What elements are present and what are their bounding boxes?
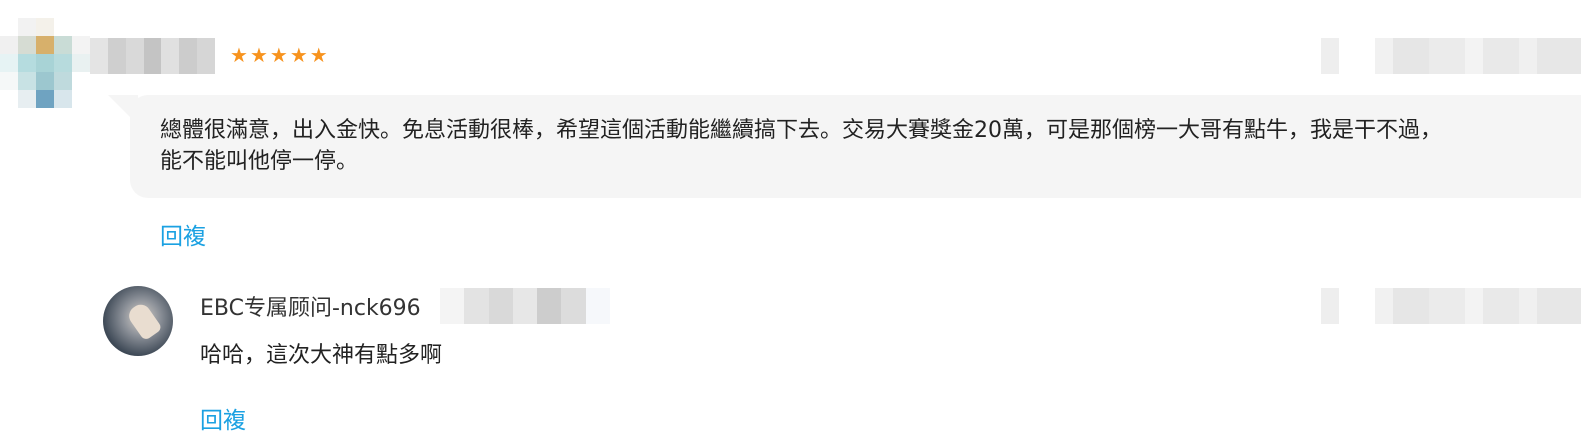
star-icon: ★ [269, 43, 288, 67]
reviewer-name-redacted [90, 38, 216, 74]
replier-avatar [103, 286, 173, 356]
review-text-line-1: 總體很滿意，出入金快。免息活動很棒，希望這個活動能繼續搞下去。交易大賽獎金20萬… [160, 118, 1442, 143]
hand-icon [125, 300, 163, 342]
replier-name-redacted [440, 288, 610, 324]
review-text: 總體很滿意，出入金快。免息活動很棒，希望這個活動能繼續搞下去。交易大賽獎金20萬… [160, 115, 1580, 177]
replier-name: EBC专属顾问-nck696 [200, 296, 421, 321]
star-icon: ★ [289, 43, 308, 67]
reply-reply-link[interactable]: 回複 [200, 406, 246, 436]
reviewer-avatar [0, 18, 92, 110]
review-text-line-2: 能不能叫他停一停。 [160, 149, 359, 174]
reply-date-redacted [1321, 288, 1581, 324]
star-rating: ★ ★ ★ ★ ★ [230, 42, 328, 68]
review-date-redacted [1321, 38, 1581, 74]
star-icon: ★ [249, 43, 268, 67]
review-reply-link[interactable]: 回複 [160, 222, 206, 252]
review-thread: ★ ★ ★ ★ ★ 總體很滿意，出入金快。免息活動很棒，希望這個活動能繼續搞下去… [0, 0, 1581, 447]
reply-text: 哈哈，這次大神有點多啊 [200, 343, 443, 368]
star-icon: ★ [230, 43, 248, 67]
star-icon: ★ [309, 43, 328, 67]
